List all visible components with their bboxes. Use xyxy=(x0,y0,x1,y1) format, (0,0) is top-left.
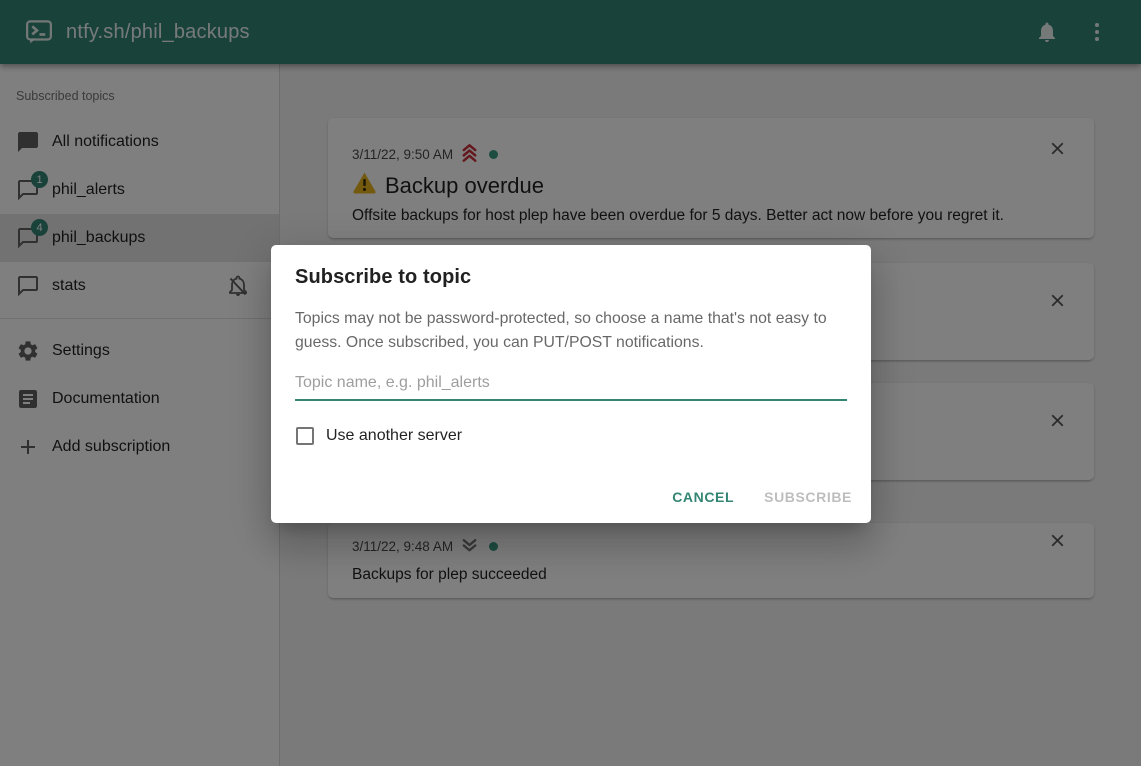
checkbox-label: Use another server xyxy=(326,427,462,445)
cancel-button[interactable]: CANCEL xyxy=(661,479,745,515)
checkbox-unchecked-icon xyxy=(296,427,314,445)
dialog-actions: CANCEL SUBSCRIBE xyxy=(653,479,863,515)
subscribe-button[interactable]: SUBSCRIBE xyxy=(753,479,863,515)
topic-name-input[interactable] xyxy=(295,370,847,401)
subscribe-to-topic-dialog: Subscribe to topic Topics may not be pas… xyxy=(271,245,871,523)
dialog-title: Subscribe to topic xyxy=(295,266,847,289)
use-another-server-checkbox[interactable]: Use another server xyxy=(295,427,847,445)
dialog-description: Topics may not be password-protected, so… xyxy=(295,307,847,355)
